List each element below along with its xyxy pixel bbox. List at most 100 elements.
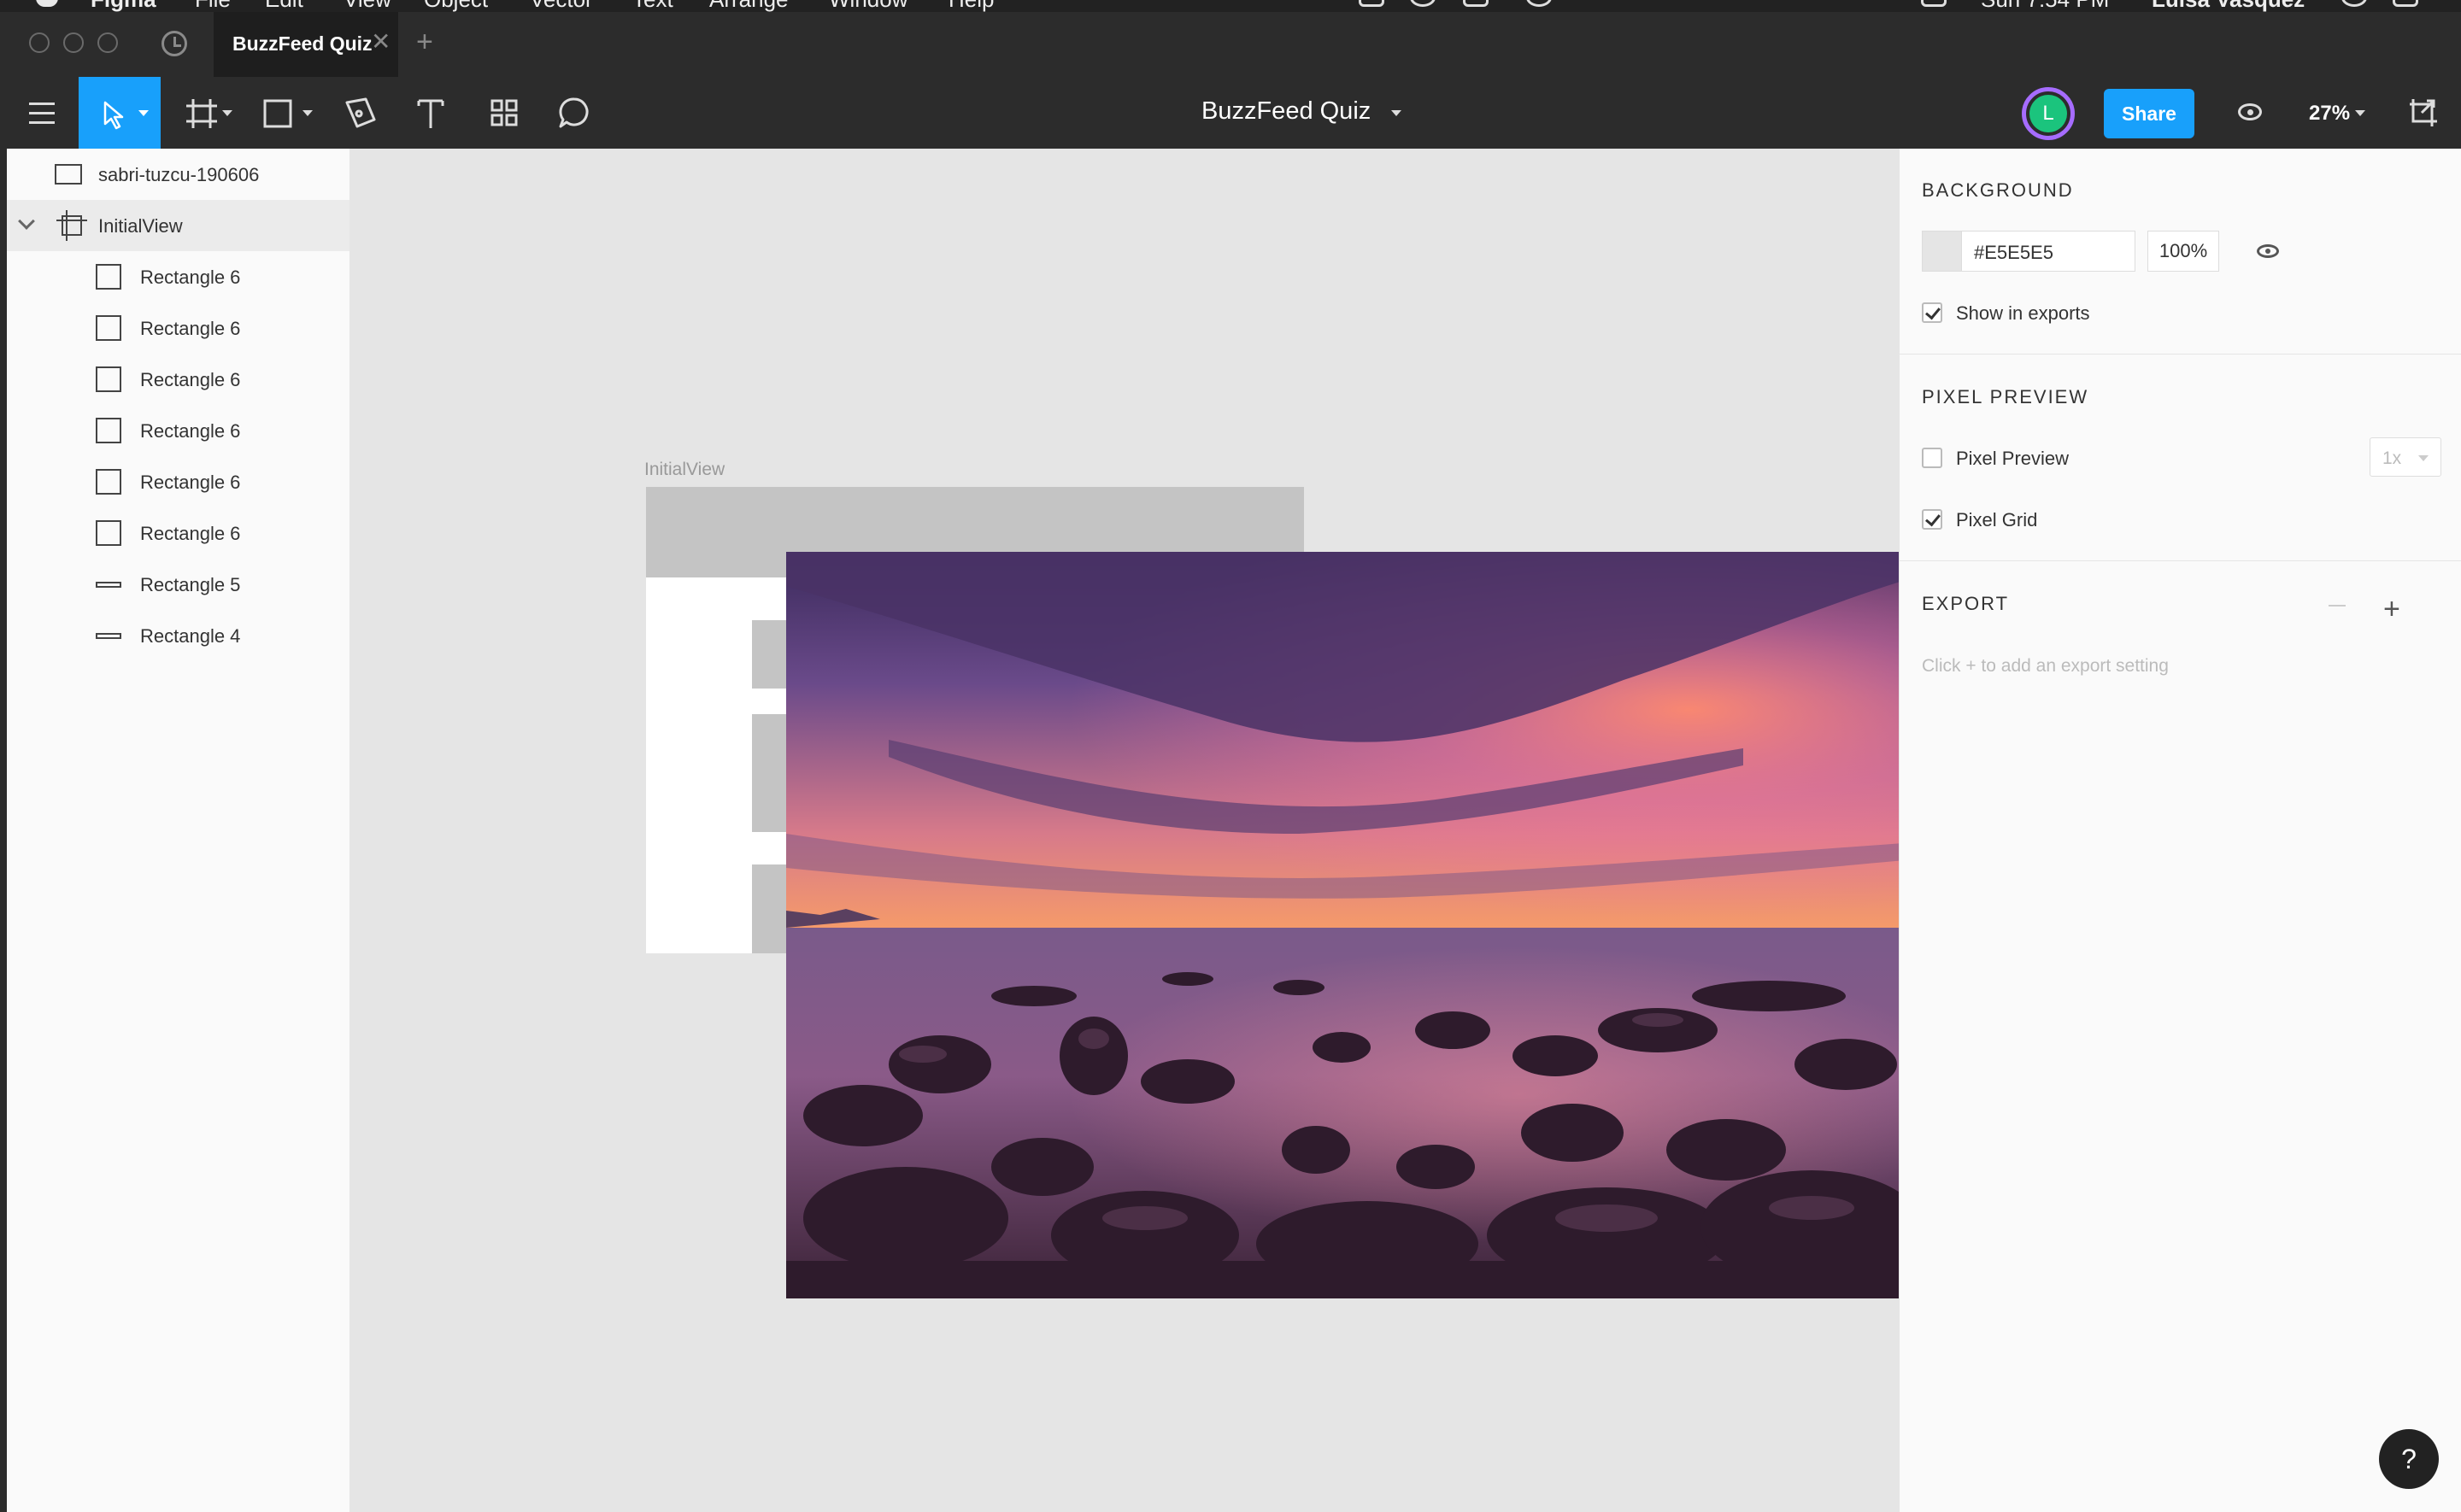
sunset-rocks-image — [786, 552, 1899, 1298]
battery-icon[interactable] — [1921, 0, 1947, 7]
menu-figma[interactable]: Figma — [91, 0, 156, 12]
status-icon[interactable] — [1526, 0, 1552, 7]
menu-vector[interactable]: Vector — [530, 0, 593, 12]
layers-panel: sabri-tuzcu-190606 InitialView Rectangle… — [0, 149, 350, 1512]
frame-icon — [56, 210, 87, 241]
comment-bubble-icon — [559, 97, 589, 128]
line-rectangle-icon — [96, 582, 121, 588]
pixel-preview-scale-select[interactable]: 1x — [2370, 437, 2441, 477]
rectangle-icon — [96, 418, 121, 443]
apple-icon[interactable] — [36, 0, 58, 7]
layer-row[interactable]: sabri-tuzcu-190606 — [7, 149, 349, 200]
components-grid-icon — [490, 99, 518, 126]
new-tab-button[interactable]: + — [416, 26, 433, 59]
visibility-eye-icon[interactable] — [2257, 244, 2279, 258]
layer-label: Rectangle 6 — [140, 420, 241, 442]
tab-title: BuzzFeed Quiz — [232, 32, 373, 55]
zoom-level[interactable]: 27% — [2309, 102, 2350, 126]
hamburger-icon — [29, 103, 55, 105]
menu-edit[interactable]: Edit — [265, 0, 303, 12]
main-menu-button[interactable] — [26, 77, 60, 149]
menubar-user[interactable]: Luisa Vasquez — [2152, 0, 2305, 12]
color-swatch[interactable] — [1923, 231, 1962, 271]
components-button[interactable] — [487, 77, 521, 149]
background-opacity-input[interactable]: 100% — [2147, 231, 2219, 272]
present-eye-icon[interactable] — [2238, 103, 2262, 120]
menubar-clock[interactable]: Sun 7:54 PM — [1981, 0, 2109, 12]
layer-row[interactable]: Rectangle 6 — [7, 507, 349, 559]
project-title[interactable]: BuzzFeed Quiz — [1201, 97, 1371, 126]
toolbar: BuzzFeed Quiz L Share 27% — [0, 77, 2461, 149]
frame-label[interactable]: InitialView — [644, 460, 725, 480]
close-window-button[interactable] — [29, 32, 50, 53]
design-canvas[interactable]: InitialView — [350, 149, 1899, 1512]
crop-resize-icon[interactable] — [2408, 97, 2439, 128]
spotlight-icon[interactable] — [2341, 0, 2367, 7]
layer-label: Rectangle 5 — [140, 574, 241, 595]
menu-arrange[interactable]: Arrange — [709, 0, 789, 12]
chevron-down-icon[interactable] — [2355, 110, 2365, 116]
menu-window[interactable]: Window — [829, 0, 907, 12]
layer-label: Rectangle 6 — [140, 523, 241, 544]
shape-tool-button[interactable] — [256, 77, 325, 149]
pen-tool-button[interactable] — [340, 77, 381, 149]
comment-tool-button[interactable] — [555, 77, 593, 149]
layer-row[interactable]: Rectangle 6 — [7, 251, 349, 302]
tab-buzzfeed-quiz[interactable]: BuzzFeed Quiz ✕ — [214, 12, 398, 77]
layer-label: Rectangle 6 — [140, 369, 241, 390]
chevron-down-icon — [222, 110, 232, 116]
layer-row[interactable]: Rectangle 6 — [7, 456, 349, 507]
chevron-down-icon — [138, 110, 149, 116]
minimize-window-button[interactable] — [63, 32, 84, 53]
move-tool-button[interactable] — [79, 77, 161, 149]
rectangle-icon — [96, 315, 121, 341]
rectangle-icon — [96, 366, 121, 392]
sunset-rocks-photo[interactable] — [786, 552, 1899, 1298]
text-tool-button[interactable] — [414, 77, 448, 149]
layer-row[interactable]: InitialView — [7, 200, 349, 251]
zoom-window-button[interactable] — [97, 32, 118, 53]
share-button[interactable]: Share — [2104, 89, 2194, 138]
divider — [1900, 560, 2461, 561]
scale-value: 1x — [2382, 448, 2402, 468]
recent-files-icon[interactable] — [162, 31, 187, 56]
chevron-down-icon — [2418, 455, 2429, 461]
menu-text[interactable]: Text — [632, 0, 673, 12]
layer-row[interactable]: Rectangle 6 — [7, 302, 349, 354]
menu-object[interactable]: Object — [424, 0, 488, 12]
menu-view[interactable]: View — [344, 0, 391, 12]
layer-row[interactable]: Rectangle 5 — [7, 559, 349, 610]
pixel-preview-section-title: PIXEL PREVIEW — [1922, 386, 2089, 407]
notification-center-icon[interactable] — [2393, 0, 2418, 7]
pixel-preview-checkbox[interactable] — [1922, 448, 1942, 468]
rectangle-icon — [263, 99, 292, 128]
show-in-exports-checkbox[interactable] — [1922, 302, 1942, 323]
show-in-exports-label: Show in exports — [1956, 302, 2090, 324]
pixel-grid-checkbox[interactable] — [1922, 509, 1942, 530]
tab-bar: BuzzFeed Quiz ✕ + — [0, 12, 2461, 77]
properties-panel: BACKGROUND #E5E5E5 100% Show in exports … — [1899, 149, 2461, 1512]
close-tab-icon[interactable]: ✕ — [371, 27, 391, 56]
layer-label: Rectangle 6 — [140, 318, 241, 339]
chevron-down-icon[interactable] — [18, 213, 35, 230]
menu-help[interactable]: Help — [949, 0, 994, 12]
chevron-down-icon[interactable] — [1391, 110, 1401, 116]
user-avatar[interactable]: L — [2022, 87, 2075, 140]
status-icon[interactable] — [1359, 0, 1384, 7]
background-section-title: BACKGROUND — [1922, 179, 2074, 201]
layer-label: Rectangle 6 — [140, 472, 241, 493]
status-icon[interactable] — [1463, 0, 1489, 7]
layer-row[interactable]: Rectangle 6 — [7, 354, 349, 405]
layer-row[interactable]: Rectangle 6 — [7, 405, 349, 456]
layer-label: sabri-tuzcu-190606 — [98, 164, 260, 185]
status-icon[interactable] — [1410, 0, 1436, 7]
help-button[interactable]: ? — [2379, 1429, 2439, 1489]
menu-file[interactable]: File — [195, 0, 231, 12]
rectangle-icon — [96, 264, 121, 290]
add-export-icon[interactable]: + — [2383, 593, 2400, 626]
frame-tool-button[interactable] — [174, 77, 243, 149]
layer-label: Rectangle 6 — [140, 267, 241, 288]
background-color-input[interactable]: #E5E5E5 — [1922, 231, 2135, 272]
layer-row[interactable]: Rectangle 4 — [7, 610, 349, 661]
remove-export-icon[interactable] — [2329, 605, 2346, 607]
